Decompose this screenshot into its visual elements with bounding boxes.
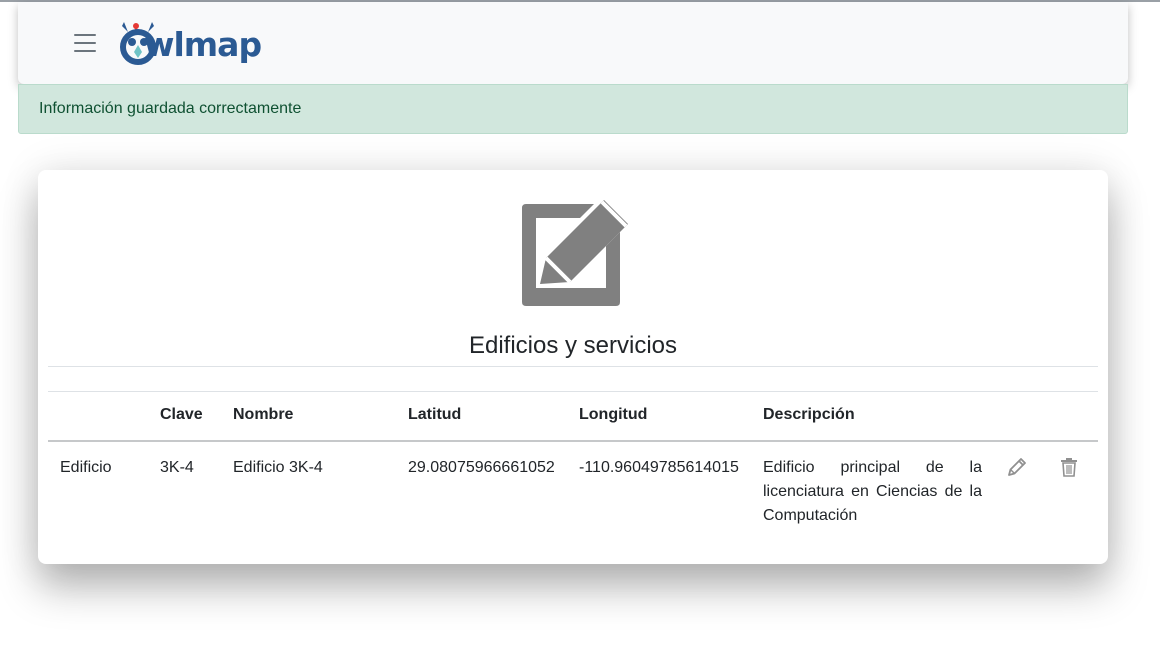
- table-row: Edificio 3K-4 Edificio 3K-4 29.080759666…: [48, 441, 1098, 542]
- brand-logo[interactable]: wlmap: [118, 18, 278, 70]
- edit-square-icon: [522, 200, 628, 306]
- col-header-edit: [994, 392, 1046, 441]
- cell-latitud: 29.08075966661052: [408, 458, 555, 476]
- edit-button[interactable]: [1006, 456, 1028, 478]
- cell-nombre: Edificio 3K-4: [233, 458, 323, 476]
- col-header-type: [48, 392, 148, 441]
- trash-icon: [1061, 457, 1077, 477]
- buildings-table: Clave Nombre Latitud Longitud Descripció…: [48, 391, 1098, 542]
- col-header-longitud: Longitud: [579, 406, 648, 424]
- title-divider: [48, 366, 1098, 367]
- cell-edit: [994, 441, 1046, 542]
- cell-descripcion: Edificio principal de la licenciatura en…: [763, 458, 982, 524]
- buildings-card: Edificios y servicios Clave Nombre Latit…: [38, 170, 1108, 564]
- card-title: Edificios y servicios: [468, 332, 678, 359]
- col-header-delete: [1046, 392, 1098, 441]
- brand-text: wlmap: [144, 25, 262, 64]
- col-header-nombre: Nombre: [233, 406, 294, 424]
- pencil-icon: [1008, 457, 1026, 476]
- cell-longitud: -110.96049785614015: [579, 458, 739, 476]
- alert-message: Información guardada correctamente: [39, 100, 302, 117]
- success-alert: Información guardada correctamente: [18, 84, 1128, 134]
- navbar: wlmap: [18, 2, 1128, 84]
- cell-delete: [1046, 441, 1098, 542]
- hamburger-icon[interactable]: [74, 34, 96, 52]
- col-header-clave: Clave: [160, 406, 203, 424]
- cell-clave: 3K-4: [160, 458, 194, 476]
- table-header-row: Clave Nombre Latitud Longitud Descripció…: [48, 391, 1098, 441]
- delete-button[interactable]: [1058, 456, 1080, 478]
- col-header-latitud: Latitud: [408, 406, 462, 424]
- cell-tipo: Edificio: [60, 458, 112, 476]
- col-header-descripcion: Descripción: [763, 406, 855, 424]
